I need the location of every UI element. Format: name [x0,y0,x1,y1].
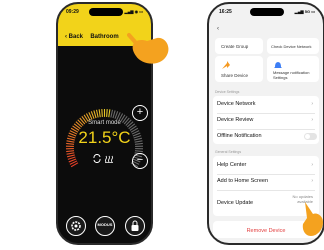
increase-button[interactable]: + [132,105,148,121]
divider [217,113,315,114]
tap-hand-icon [127,33,169,64]
temperature-display: 21.5°C [58,128,151,148]
share-device-label: Share Device [221,73,249,78]
dynamic-island [89,8,123,16]
lock-button[interactable] [125,216,145,236]
share-device-card[interactable]: Share Device [215,56,263,82]
mode-icons [93,154,113,163]
cycle-icon [93,154,101,163]
dynamic-island [250,8,284,16]
network-label: 5G [304,9,311,14]
section-device-settings: Device Settings [215,90,240,94]
battery-icon: ▭ [311,9,315,14]
decrease-button[interactable]: − [132,153,148,169]
chevron-right-icon: › [311,178,313,184]
minus-icon: − [136,154,144,166]
divider [217,174,315,175]
chevron-right-icon: › [311,101,313,107]
chevron-right-icon: › [311,162,313,168]
dial-tick [134,150,143,153]
device-review-item[interactable]: Device Review [217,117,253,123]
dial-tick [66,152,75,155]
divider [217,190,315,191]
notification-settings-label: Message notification Settings [273,70,310,80]
offline-notification-toggle[interactable] [304,133,317,140]
signal-icon: ▂▄▆ [294,9,304,14]
create-group-label: Create Group [221,44,249,49]
dial-tick [110,109,114,118]
divider [217,129,315,130]
status-icons: ▂▄▆ ◉ ▭ [124,9,143,14]
device-network-item[interactable]: Device Network [217,101,256,107]
chevron-left-icon: ‹ [217,26,219,32]
dial-tick [95,109,99,118]
plus-icon: + [136,106,144,118]
dial-tick [98,109,101,118]
bell-icon [274,62,282,68]
heat-icon [105,155,113,163]
lock-icon [131,220,139,231]
chevron-right-icon: › [311,117,313,123]
dial-tick [108,109,111,118]
temperature-unit: °C [111,128,131,147]
offline-notification-item: Offline Notification [217,133,262,139]
status-icons: ▂▄▆ 5G ▭ [295,9,315,14]
share-icon [222,61,230,69]
back-button[interactable]: ‹ [217,26,219,32]
dial-tick [66,150,75,153]
tap-hand-icon [302,202,323,236]
status-time: 09:29 [66,9,79,15]
section-general-settings: General Settings [215,150,242,154]
mode-label: Smart mode [88,120,121,126]
device-update-item[interactable]: Device Update [217,200,253,206]
dial-tick [106,109,108,117]
dial-tick [66,154,75,158]
toggle-knob [305,134,310,139]
mode-button-label: MODUS [97,222,113,227]
temperature-value: 21.5 [78,128,112,147]
create-group-card[interactable]: Create Group [215,38,263,54]
status-time: 16:25 [219,9,232,15]
add-to-home-item[interactable]: Add to Home Screen [217,178,268,184]
settings-button[interactable] [66,216,86,236]
check-network-card[interactable]: Check Device Network [267,38,319,54]
gear-icon [71,221,81,231]
notification-settings-card[interactable]: Message notification Settings [267,56,319,82]
check-network-label: Check Device Network [271,44,312,49]
dial-tick [101,109,103,117]
dial-tick [112,110,116,119]
mode-button[interactable]: MODUS [95,216,115,236]
help-center-item[interactable]: Help Center [217,162,246,168]
dial-tick [93,110,97,119]
dial-tick [67,156,76,160]
